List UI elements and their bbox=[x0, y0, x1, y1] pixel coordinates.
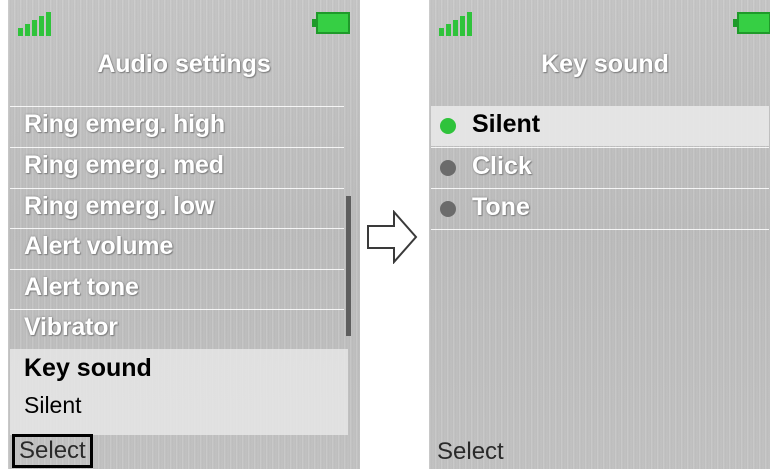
selected-item-value: Silent bbox=[24, 392, 82, 418]
battery-icon bbox=[312, 12, 350, 34]
option-label: Silent bbox=[472, 110, 541, 138]
battery-icon bbox=[733, 12, 770, 34]
menu-item-ring-emerg-low[interactable]: Ring emerg. low bbox=[10, 188, 344, 228]
menu-item-ring-emerg-high[interactable]: Ring emerg. high bbox=[10, 106, 344, 146]
audio-settings-screen: Audio settings Ring emerg. high Ring eme… bbox=[8, 0, 360, 469]
select-softkey[interactable]: Select bbox=[12, 434, 93, 468]
radio-unselected-icon bbox=[440, 160, 456, 176]
option-click[interactable]: Click bbox=[431, 147, 769, 187]
screen-title: Audio settings bbox=[97, 50, 271, 78]
menu-item-vibrator[interactable]: Vibrator bbox=[10, 309, 344, 349]
option-label: Tone bbox=[472, 193, 530, 221]
option-label: Click bbox=[472, 152, 532, 180]
menu-item-label: Alert tone bbox=[24, 273, 139, 301]
menu-item-ring-emerg-med[interactable]: Ring emerg. med bbox=[10, 147, 344, 187]
key-sound-screen: Key sound Silent Click Tone Select bbox=[429, 0, 770, 469]
signal-strength-icon bbox=[18, 12, 52, 36]
menu-item-label: Ring emerg. low bbox=[24, 192, 215, 220]
selected-item-label: Key sound bbox=[24, 354, 152, 382]
menu-item-alert-tone[interactable]: Alert tone bbox=[10, 269, 344, 309]
scrollbar[interactable] bbox=[346, 196, 351, 336]
option-tone[interactable]: Tone bbox=[431, 188, 769, 228]
signal-strength-icon bbox=[439, 12, 473, 36]
right-arrow-icon bbox=[367, 210, 418, 264]
menu-item-label: Ring emerg. high bbox=[24, 110, 225, 138]
list-divider bbox=[431, 229, 769, 230]
screen-title: Key sound bbox=[541, 50, 669, 78]
menu-item-label: Ring emerg. med bbox=[24, 151, 224, 179]
option-silent[interactable]: Silent bbox=[431, 106, 769, 146]
menu-item-key-sound[interactable]: Key sound Silent bbox=[10, 349, 348, 435]
menu-item-label: Vibrator bbox=[24, 313, 118, 341]
radio-selected-icon bbox=[440, 118, 456, 134]
radio-unselected-icon bbox=[440, 201, 456, 217]
menu-item-label: Alert volume bbox=[24, 232, 174, 260]
select-softkey[interactable]: Select bbox=[433, 437, 508, 467]
menu-item-alert-volume[interactable]: Alert volume bbox=[10, 228, 344, 268]
